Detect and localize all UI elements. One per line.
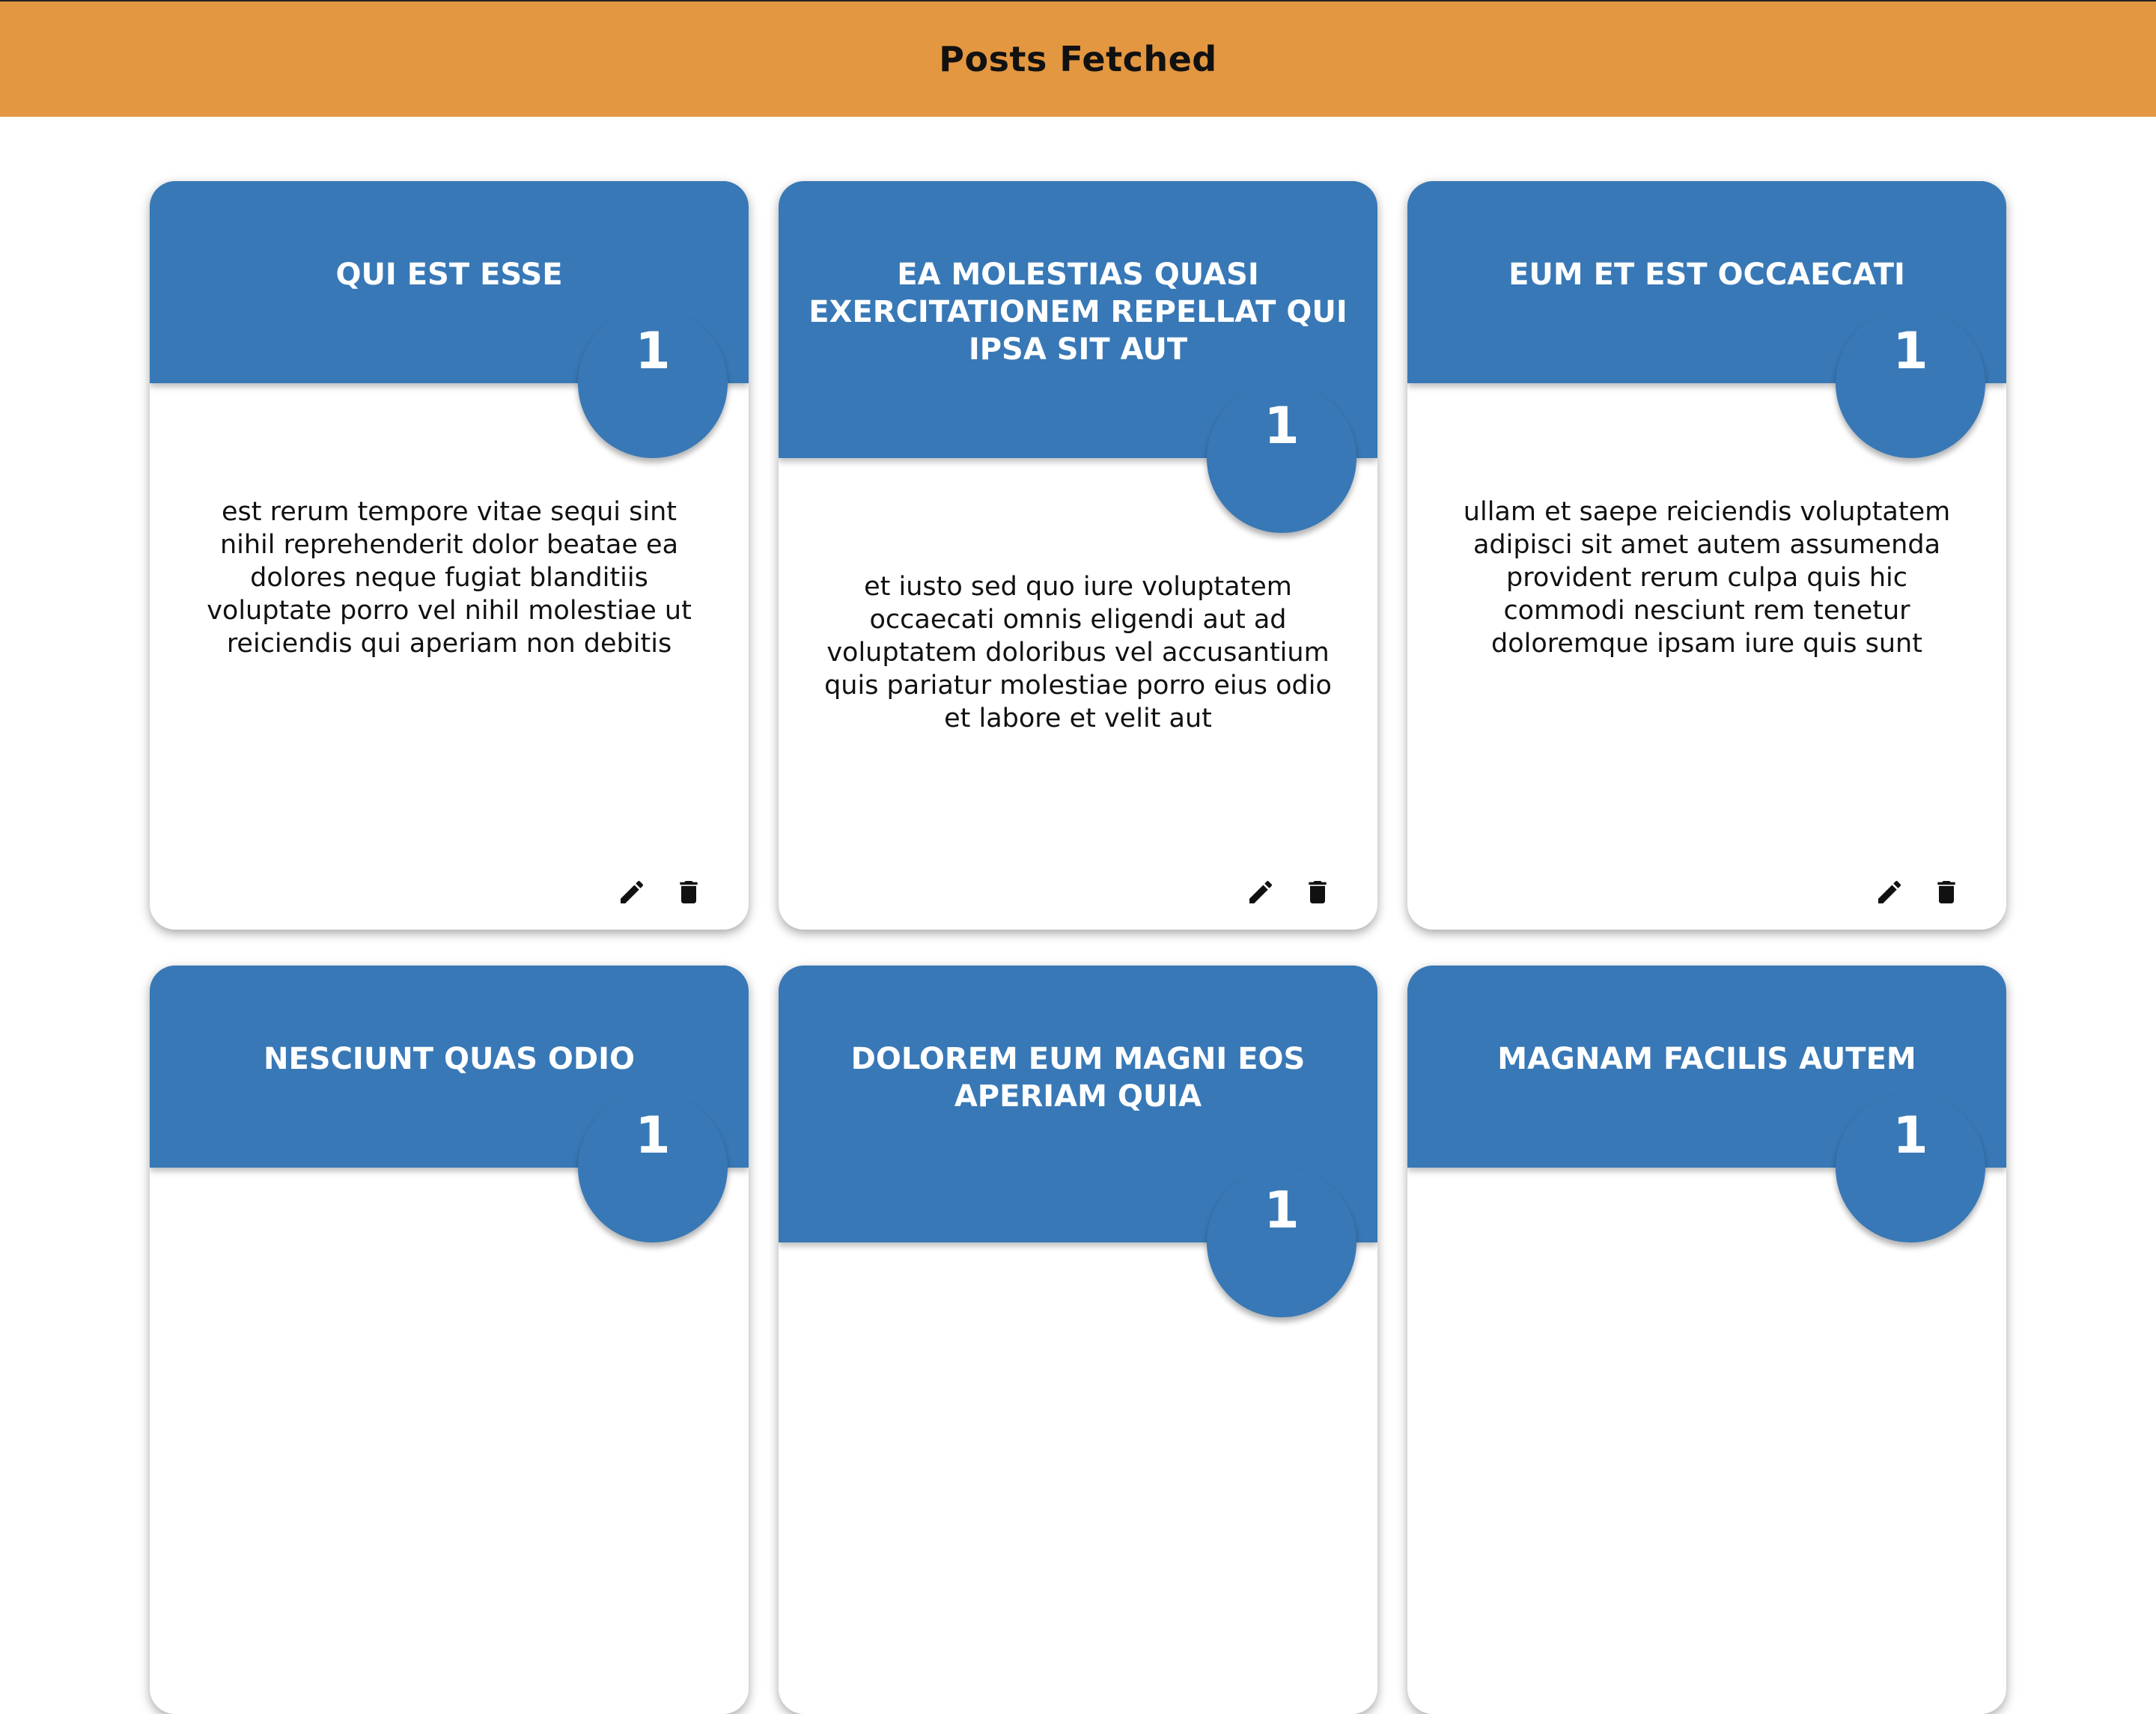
pencil-icon[interactable] [617, 877, 647, 907]
post-card-header: 1 nesciunt quas odio [150, 966, 749, 1242]
post-badge-number: 1 [635, 1106, 671, 1165]
post-body: et iusto sed quo iure voluptatem occaeca… [824, 572, 1332, 734]
post-badge-number: 1 [1892, 1106, 1928, 1165]
post-card-header: 1 eum et est occaecati [1407, 181, 2006, 458]
post-title: magnam facilis autem [1497, 1042, 1916, 1076]
post-body: ullam et saepe reiciendis voluptatem adi… [1463, 497, 1951, 659]
post-card: 1 qui est esse est rerum tempore vitae s… [150, 181, 749, 930]
post-badge-number: 1 [635, 322, 671, 381]
post-card-header: 1 dolorem eum magni eos aperiam quia [779, 966, 1377, 1317]
post-badge-number: 1 [1264, 1181, 1300, 1240]
post-card: 1 magnam facilis autem [1407, 966, 2006, 1714]
post-title: ea molestias quasi exercitationem repell… [808, 257, 1348, 367]
post-actions [617, 877, 704, 907]
post-title: qui est esse [335, 257, 563, 292]
post-card-header: 1 ea molestias quasi exercitationem repe… [779, 181, 1377, 533]
post-body [195, 1280, 704, 1446]
trash-icon[interactable] [1931, 877, 1961, 907]
post-body [823, 1355, 1333, 1534]
trash-icon[interactable] [674, 877, 704, 907]
post-card-header: 1 magnam facilis autem [1407, 966, 2006, 1242]
trash-icon[interactable] [1303, 877, 1333, 907]
post-card: 1 nesciunt quas odio [150, 966, 749, 1714]
pencil-icon[interactable] [1246, 877, 1276, 907]
post-card: 1 dolorem eum magni eos aperiam quia [779, 966, 1377, 1714]
post-badge-number: 1 [1892, 322, 1928, 381]
post-card: 1 eum et est occaecati ullam et saepe re… [1407, 181, 2006, 930]
post-actions [1875, 877, 1961, 907]
post-title: nesciunt quas odio [263, 1042, 636, 1076]
post-badge-number: 1 [1264, 397, 1300, 456]
pencil-icon[interactable] [1875, 877, 1904, 907]
post-body: est rerum tempore vitae sequi sint nihil… [207, 497, 692, 659]
post-card-header: 1 qui est esse [150, 181, 749, 458]
post-actions [1246, 877, 1333, 907]
posts-grid: 1 qui est esse est rerum tempore vitae s… [0, 0, 2156, 1714]
post-title: eum et est occaecati [1508, 257, 1905, 292]
post-body [1452, 1280, 1961, 1446]
post-title: dolorem eum magni eos aperiam quia [850, 1042, 1306, 1114]
post-card: 1 ea molestias quasi exercitationem repe… [779, 181, 1377, 930]
